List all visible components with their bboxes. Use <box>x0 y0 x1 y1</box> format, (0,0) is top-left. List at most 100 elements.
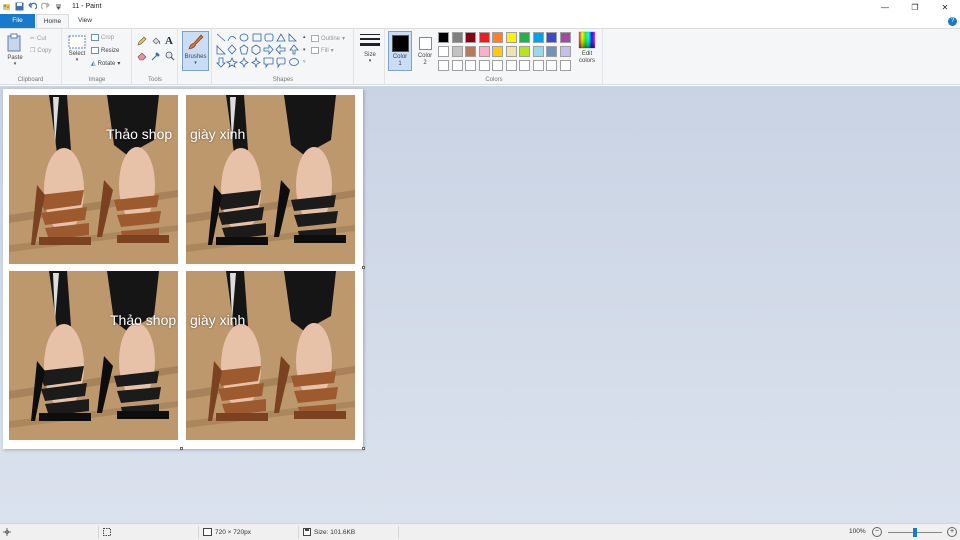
palette-swatch[interactable] <box>546 32 557 43</box>
scissors-icon: ✂ <box>30 36 36 42</box>
cursor-position <box>3 528 11 536</box>
palette-swatch[interactable] <box>465 32 476 43</box>
shapes-more-icon[interactable]: ▿ <box>303 59 306 65</box>
palette-swatch[interactable] <box>492 46 503 57</box>
drawing-canvas[interactable]: Thảo shop giày xinh Thảo shop giày xinh <box>3 89 363 449</box>
resize-handle-bottom[interactable] <box>180 447 183 450</box>
select-button[interactable]: Select ▾ <box>66 35 88 63</box>
color2-button[interactable]: Color 2 <box>414 31 436 71</box>
colors-group: Color 1 Color 2 Edit colors Colors <box>386 29 603 85</box>
palette-swatch[interactable] <box>478 46 490 57</box>
palette-swatch[interactable] <box>519 60 530 71</box>
palette-swatch[interactable] <box>478 32 490 43</box>
rotate-button[interactable]: ◭ Rotate ▾ <box>91 60 120 68</box>
zoom-in-button[interactable]: + <box>947 527 957 537</box>
undo-icon[interactable] <box>28 2 38 11</box>
crop-button[interactable]: Crop <box>91 34 114 41</box>
text-tool-icon[interactable]: A <box>165 35 173 47</box>
palette-swatch[interactable] <box>519 46 530 57</box>
canvas-size-value: 720 × 720px <box>215 528 251 536</box>
crop-label: Crop <box>101 34 115 41</box>
zoom-slider-thumb[interactable] <box>913 528 917 537</box>
resize-handle-corner[interactable] <box>362 447 365 450</box>
palette-swatch[interactable] <box>451 60 463 71</box>
palette-swatch[interactable] <box>505 60 517 71</box>
line-size-icon <box>360 34 380 46</box>
palette-swatch[interactable] <box>546 46 557 57</box>
minimize-button[interactable]: — <box>870 0 900 14</box>
palette-swatch[interactable] <box>478 60 490 71</box>
copy-icon: ❐ <box>30 48 36 54</box>
selection-size <box>103 528 111 536</box>
brush-icon <box>188 34 203 50</box>
palette-swatch[interactable] <box>532 32 544 43</box>
canvas-size: 720 × 720px <box>203 528 251 536</box>
pencil-icon[interactable] <box>137 36 147 46</box>
palette-swatch[interactable] <box>492 60 503 71</box>
watermark-text: giày xinh <box>190 126 246 142</box>
zoom-out-button[interactable]: − <box>872 527 882 537</box>
paint-app-icon[interactable] <box>2 2 11 11</box>
brushes-group: Brushes ▾ <box>179 29 212 85</box>
file-size: Size: 101.6KB <box>303 528 355 536</box>
fill-bucket-icon[interactable] <box>151 36 161 46</box>
edit-colors-button[interactable]: Edit colors <box>574 31 600 71</box>
tools-group-label: Tools <box>147 77 162 83</box>
palette-swatch[interactable] <box>438 46 449 57</box>
color-picker-icon[interactable] <box>151 51 161 61</box>
color1-swatch <box>391 35 409 52</box>
palette-swatch[interactable] <box>465 60 476 71</box>
shapes-scroll-up-icon[interactable]: ▴ <box>303 34 306 40</box>
copy-label: Copy <box>37 47 52 54</box>
resize-label: Resize <box>101 47 120 54</box>
sandal-photo: Thảo shop <box>9 271 178 440</box>
palette-swatch[interactable] <box>519 32 530 43</box>
palette-swatch[interactable] <box>438 32 449 43</box>
palette-swatch[interactable] <box>505 32 517 43</box>
copy-button[interactable]: ❐ Copy <box>30 47 52 55</box>
tab-home[interactable]: Home <box>36 14 69 28</box>
palette-swatch[interactable] <box>451 32 463 43</box>
cut-button[interactable]: ✂ Cut <box>30 35 46 43</box>
color1-button[interactable]: Color 1 <box>388 31 412 71</box>
eraser-icon[interactable] <box>137 51 147 61</box>
restore-button[interactable]: ❐ <box>900 0 930 14</box>
image-group: Select ▾ Crop Resize ◭ Rotate ▾ Image <box>63 29 132 85</box>
palette-swatch[interactable] <box>559 60 571 71</box>
palette-swatch[interactable] <box>532 60 544 71</box>
palette-swatch[interactable] <box>492 32 503 43</box>
outline-label: Outline <box>321 35 341 42</box>
sandal-photo: giày xinh <box>186 95 355 264</box>
fill-button[interactable]: Fill ▾ <box>311 47 334 54</box>
save-icon[interactable] <box>15 2 24 11</box>
size-group: Size ▾ <box>355 29 385 85</box>
shapes-gallery[interactable] <box>215 32 311 68</box>
brushes-button[interactable]: Brushes ▾ <box>182 31 209 71</box>
tab-file[interactable]: File <box>0 14 35 28</box>
palette-swatch[interactable] <box>505 46 517 57</box>
clipboard-group: Paste ▾ ✂ Cut ❐ Copy Clipboard <box>0 29 62 85</box>
tab-view[interactable]: View <box>72 14 98 28</box>
paste-button[interactable]: Paste ▾ <box>4 33 26 67</box>
outline-button[interactable]: Outline ▾ <box>311 35 345 42</box>
palette-swatch[interactable] <box>451 46 463 57</box>
size-button[interactable]: Size ▾ <box>358 33 382 64</box>
palette-swatch[interactable] <box>438 60 449 71</box>
work-area[interactable]: Thảo shop giày xinh Thảo shop giày xinh <box>0 86 960 523</box>
palette-swatch[interactable] <box>559 32 571 43</box>
resize-handle-right[interactable] <box>362 266 365 269</box>
close-button[interactable]: ✕ <box>930 0 960 14</box>
redo-icon[interactable] <box>40 2 50 11</box>
palette-swatch[interactable] <box>559 46 571 57</box>
palette-swatch[interactable] <box>465 46 476 57</box>
tools-group: A Tools <box>133 29 178 85</box>
palette-swatch[interactable] <box>532 46 544 57</box>
resize-button[interactable]: Resize <box>91 47 119 54</box>
palette-swatch[interactable] <box>546 60 557 71</box>
shapes-scroll-down-icon[interactable]: ▾ <box>303 47 306 53</box>
outline-icon <box>311 35 319 42</box>
magnifier-icon[interactable] <box>165 51 175 61</box>
customize-qat-icon[interactable] <box>54 2 63 11</box>
help-icon[interactable]: ? <box>948 17 957 26</box>
shapes-group: ▴ ▾ ▿ Outline ▾ Fill ▾ Shapes <box>213 29 354 85</box>
